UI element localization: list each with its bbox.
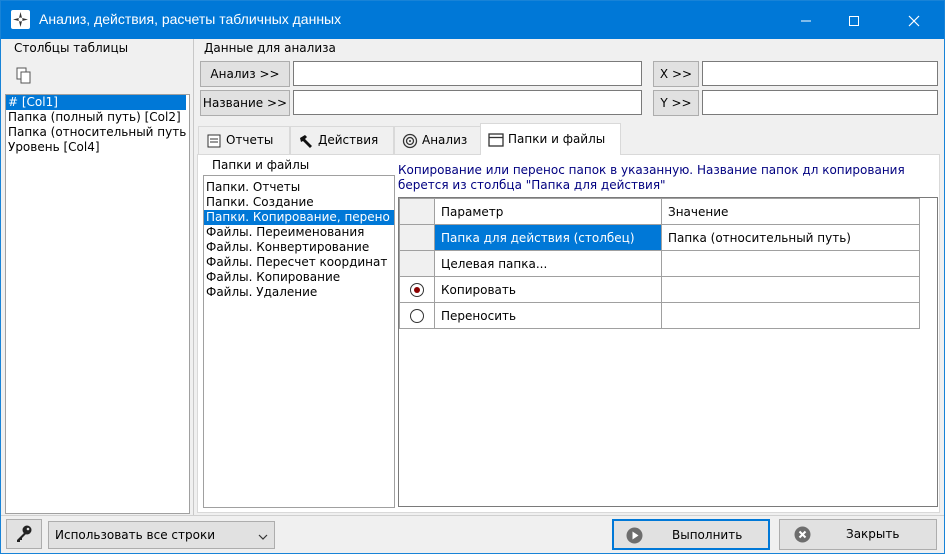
param-cell[interactable]: Копировать xyxy=(434,276,662,303)
table-row[interactable]: Копировать xyxy=(399,276,920,303)
close-button[interactable]: Закрыть xyxy=(779,519,937,550)
table-row[interactable]: Папка для действия (столбец) Папка (отно… xyxy=(399,224,920,251)
folder-icon xyxy=(487,124,505,154)
list-item[interactable]: Папки. Отчеты xyxy=(204,180,394,195)
copy-icon[interactable] xyxy=(13,65,35,87)
analysis-button[interactable]: Анализ >> xyxy=(200,61,290,87)
name-field[interactable] xyxy=(293,90,642,115)
list-item[interactable]: Уровень [Col4] xyxy=(6,140,189,155)
title-bar: Анализ, действия, расчеты табличных данн… xyxy=(1,1,944,39)
column-header[interactable]: Параметр xyxy=(434,198,662,225)
value-cell[interactable] xyxy=(661,302,920,329)
play-icon xyxy=(626,527,643,547)
report-icon xyxy=(205,127,223,153)
param-cell[interactable]: Целевая папка... xyxy=(434,250,662,277)
radio-cell[interactable] xyxy=(399,302,435,329)
target-icon xyxy=(401,127,419,153)
list-item[interactable]: Папка (полный путь) [Col2] xyxy=(6,110,189,125)
hammer-icon xyxy=(297,127,315,153)
window-title: Анализ, действия, расчеты табличных данн… xyxy=(39,11,342,27)
app-logo-icon xyxy=(11,10,30,29)
close-window-button[interactable] xyxy=(891,1,937,39)
description-line: берется из столбца "Папка для действия" xyxy=(398,178,666,192)
footer-divider xyxy=(1,515,944,516)
columns-list[interactable]: # [Col1] Папка (полный путь) [Col2] Папк… xyxy=(5,94,190,514)
radio-cell[interactable] xyxy=(399,276,435,303)
row-header-cell xyxy=(399,224,435,251)
copy-radio[interactable] xyxy=(410,282,424,297)
description-line: Копирование или перенос папок в указанну… xyxy=(398,163,905,177)
y-button[interactable]: Y >> xyxy=(653,90,699,116)
rows-select[interactable]: Использовать все строки xyxy=(48,521,275,549)
list-item[interactable]: Файлы. Пересчет координат xyxy=(204,255,394,270)
table-row[interactable]: Переносить xyxy=(399,302,920,329)
rows-select-value: Использовать все строки xyxy=(55,528,215,542)
param-cell[interactable]: Переносить xyxy=(434,302,662,329)
list-item[interactable]: Файлы. Переименования xyxy=(204,225,394,240)
run-button-label: Выполнить xyxy=(672,528,743,542)
value-cell[interactable] xyxy=(661,250,920,277)
analysis-data-label: Данные для анализа xyxy=(204,41,336,55)
value-cell[interactable]: Папка (относительный путь) xyxy=(661,224,920,251)
parameter-grid: Параметр Значение Папка для действия (ст… xyxy=(399,198,920,329)
list-item[interactable]: Папки. Копирование, перено xyxy=(204,210,394,225)
folders-files-label: Папки и файлы xyxy=(212,158,310,172)
tab-label: Действия xyxy=(318,133,379,147)
value-cell[interactable] xyxy=(661,276,920,303)
y-field[interactable] xyxy=(702,90,938,115)
run-button[interactable]: Выполнить xyxy=(612,519,770,550)
list-item[interactable]: Папка (относительный путь xyxy=(6,125,189,140)
list-item[interactable]: Файлы. Конвертирование xyxy=(204,240,394,255)
columns-panel-label: Столбцы таблицы xyxy=(14,41,129,55)
tab-actions[interactable]: Действия xyxy=(290,126,394,154)
table-header-row: Параметр Значение xyxy=(399,198,920,225)
close-circle-icon xyxy=(794,526,811,546)
splitter[interactable] xyxy=(193,39,194,515)
maximize-button[interactable] xyxy=(831,1,877,39)
list-item[interactable]: Файлы. Копирование xyxy=(204,270,394,285)
folders-files-list[interactable]: Папки. Отчеты Папки. Создание Папки. Коп… xyxy=(203,175,395,508)
tab-label: Папки и файлы xyxy=(508,132,606,146)
chevron-down-icon xyxy=(258,530,268,544)
param-cell[interactable]: Папка для действия (столбец) xyxy=(434,224,662,251)
close-button-label: Закрыть xyxy=(846,527,900,541)
row-header-cell xyxy=(399,250,435,277)
tab-label: Отчеты xyxy=(226,133,274,147)
x-field[interactable] xyxy=(702,61,938,86)
analysis-field[interactable] xyxy=(293,61,642,86)
list-item[interactable]: Файлы. Удаление xyxy=(204,285,394,300)
action-description: Копирование или перенос папок в указанну… xyxy=(398,163,938,193)
app-window: Анализ, действия, расчеты табличных данн… xyxy=(0,0,945,554)
key-icon xyxy=(14,525,34,547)
tab-label: Анализ xyxy=(422,133,468,147)
column-header[interactable]: Значение xyxy=(661,198,920,225)
row-header-cell xyxy=(399,198,435,225)
table-row[interactable]: Целевая папка... xyxy=(399,250,920,277)
minimize-button[interactable] xyxy=(783,1,829,39)
move-radio[interactable] xyxy=(410,308,424,323)
name-button[interactable]: Название >> xyxy=(200,90,290,116)
tab-analysis[interactable]: Анализ xyxy=(394,126,481,154)
tab-folders-files[interactable]: Папки и файлы xyxy=(480,123,621,155)
tab-reports[interactable]: Отчеты xyxy=(198,126,290,154)
list-item[interactable]: # [Col1] xyxy=(6,95,186,110)
list-item[interactable]: Папки. Создание xyxy=(204,195,394,210)
settings-button[interactable] xyxy=(6,519,42,549)
x-button[interactable]: X >> xyxy=(653,61,699,87)
